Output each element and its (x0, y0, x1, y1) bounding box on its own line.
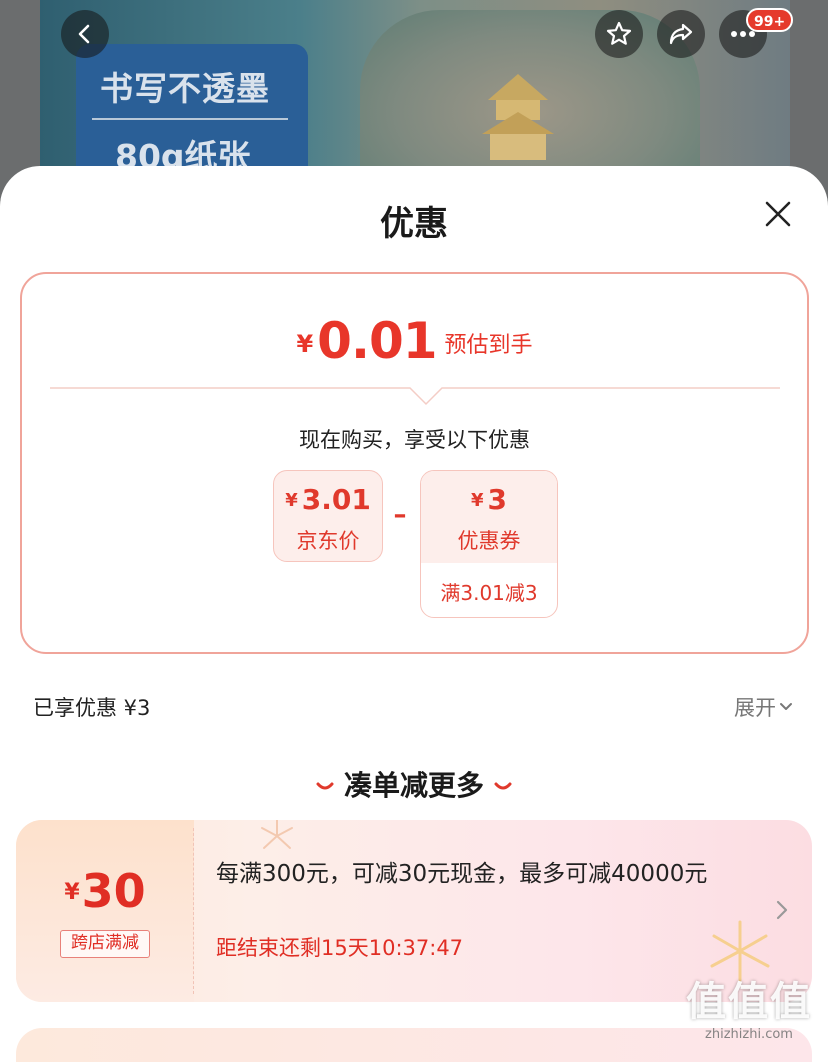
coupon-condition: 满3.01减3 (440, 581, 538, 605)
watermark-url: zhizhizhi.com (705, 1027, 793, 1042)
chevron-left-icon (78, 24, 90, 44)
price-breakdown-card: ¥0.01 预估到手 现在购买，享受以下优惠 ¥3.01 京东价 – ¥3 优惠券… (20, 272, 809, 654)
expand-label: 展开 (734, 696, 776, 720)
chevron-right-icon[interactable] (772, 896, 792, 924)
firework-decoration-icon (710, 920, 770, 982)
expand-button[interactable]: 展开 (734, 692, 794, 722)
star-icon (606, 21, 632, 45)
promo-countdown: 距结束还剩15天10:37:47 (216, 936, 464, 960)
sheet-title: 优惠 (380, 204, 448, 244)
final-price-currency: ¥ (296, 330, 314, 358)
more-deals-heading: 凑单减更多 (0, 764, 828, 804)
jd-price-chip: ¥3.01 京东价 (273, 470, 383, 562)
promo-currency: ¥ (64, 880, 80, 905)
promo-description: 每满300元，可减30元现金，最多可减40000元 (216, 861, 708, 887)
final-price: ¥0.01 预估到手 (22, 312, 807, 370)
final-price-note: 预估到手 (444, 333, 533, 358)
site-watermark: 值值值 zhizhizhi.com (676, 978, 822, 1058)
final-price-amount: 0.01 (317, 312, 437, 370)
product-promo-divider (92, 118, 288, 120)
enjoy-text: 现在购买，享受以下优惠 (299, 428, 530, 452)
coupon-chip: ¥3 优惠券 满3.01减3 (420, 470, 558, 618)
favorite-button[interactable] (595, 10, 643, 58)
decor-tick-left-icon (316, 782, 334, 790)
jd-price-value: ¥3.01 (285, 483, 371, 516)
decor-tick-right-icon (494, 782, 512, 790)
pagoda-illustration (482, 74, 554, 160)
jd-price-label: 京东价 (296, 529, 360, 553)
watermark-logo: 值值值 (686, 979, 812, 1025)
promo-amount: ¥30 (16, 864, 194, 918)
close-icon[interactable] (760, 196, 796, 232)
coupon-value: ¥3 (470, 483, 507, 516)
firework-decoration-icon (261, 820, 293, 849)
minus-operator: – (393, 500, 407, 530)
chevron-down-icon (780, 703, 792, 710)
product-promo-line1: 书写不透墨 (100, 69, 270, 108)
share-button[interactable] (657, 10, 705, 58)
more-icon (731, 31, 755, 37)
promo-type-tag: 跨店满减 (60, 930, 150, 958)
coupon-label: 优惠券 (457, 529, 521, 553)
promo-amount-value: 30 (81, 864, 146, 918)
discount-sheet: 优惠 ¥0.01 预估到手 现在购买，享受以下优惠 ¥3.01 京东价 – ¥3 … (0, 166, 828, 1062)
back-button[interactable] (61, 10, 109, 58)
cross-store-promo-card[interactable]: ¥30 跨店满减 每满300元，可减30元现金，最多可减40000元 距结束还剩… (16, 820, 812, 1002)
cart-badge: 99+ (746, 8, 794, 32)
share-icon (669, 23, 693, 45)
divider-with-notch (50, 387, 780, 406)
enjoyed-discount-label: 已享优惠 ¥3 (33, 696, 151, 720)
more-deals-title: 凑单减更多 (343, 769, 484, 802)
